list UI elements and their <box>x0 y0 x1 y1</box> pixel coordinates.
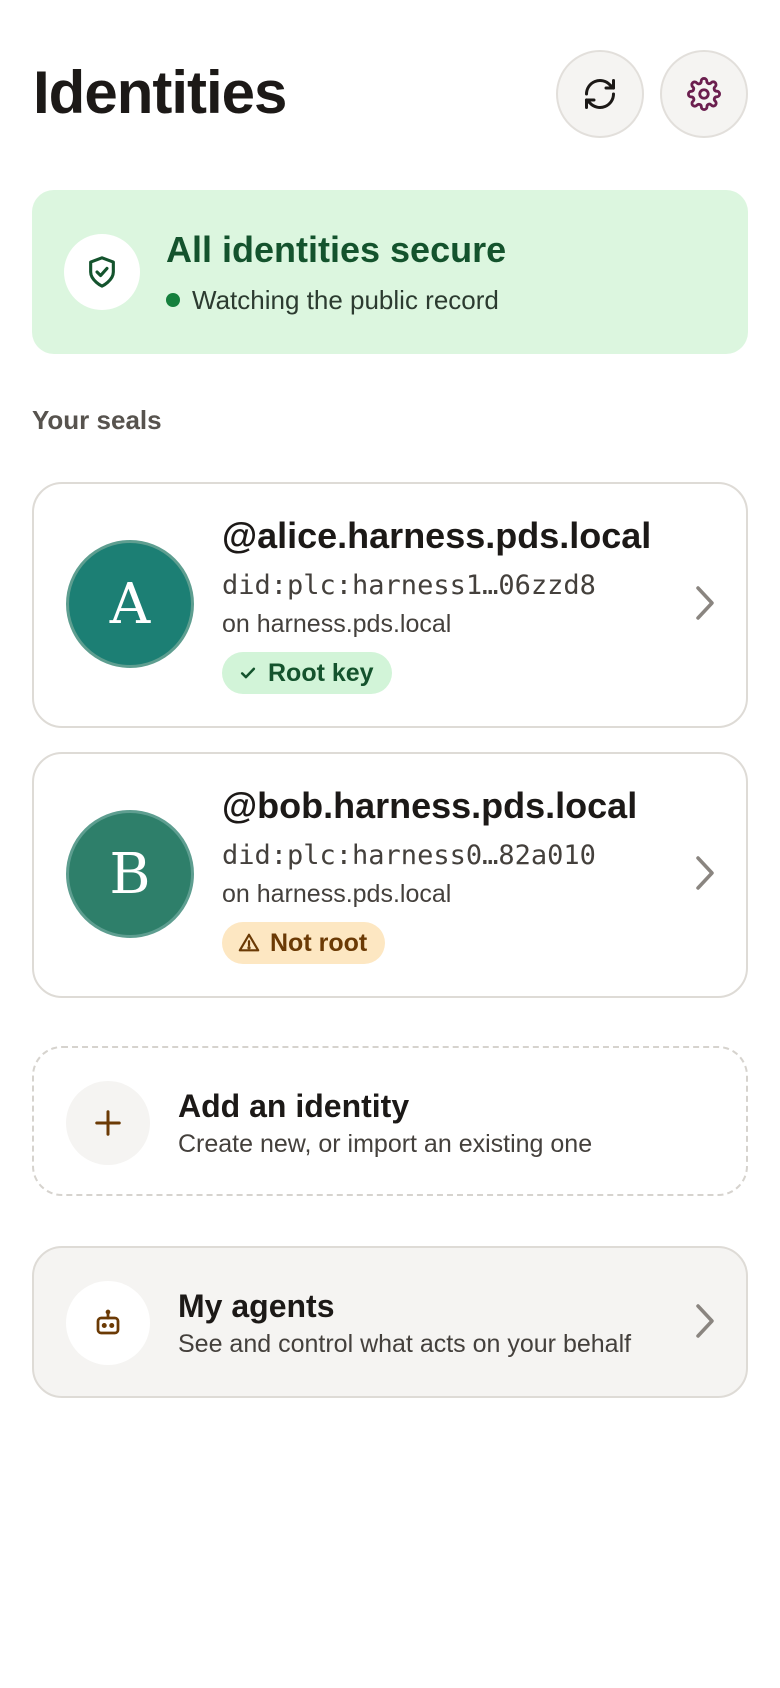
my-agents-button[interactable]: My agents See and control what acts on y… <box>32 1246 748 1398</box>
identity-handle: @bob.harness.pds.local <box>222 785 638 826</box>
badge-label: Root key <box>268 658 374 687</box>
plus-icon <box>95 1110 121 1136</box>
identity-did: did:plc:harness0…82a010 <box>222 840 596 871</box>
refresh-icon <box>585 79 615 109</box>
badge-label: Not root <box>270 928 368 957</box>
status-subtitle-text: Watching the public record <box>192 285 499 315</box>
add-identity-subtitle: Create new, or import an existing one <box>178 1130 593 1158</box>
identity-host: on harness.pds.local <box>222 610 452 638</box>
identity-card-bob[interactable]: B @bob.harness.pds.local did:plc:harness… <box>32 752 748 998</box>
status-badge: Root key <box>222 652 392 694</box>
settings-button[interactable] <box>660 50 748 138</box>
chevron-right-icon <box>696 586 714 620</box>
refresh-button[interactable] <box>556 50 644 138</box>
shield-check-icon <box>89 256 115 288</box>
avatar-initial: B <box>109 841 151 907</box>
header: Identities <box>33 48 749 138</box>
security-status-card: All identities secure Watching the publi… <box>32 190 748 354</box>
check-icon <box>240 667 256 679</box>
chevron-right-icon <box>696 1304 714 1338</box>
identity-did: did:plc:harness1…06zzd8 <box>222 570 596 601</box>
gear-icon <box>687 77 721 111</box>
my-agents-subtitle: See and control what acts on your behalf <box>178 1330 632 1358</box>
live-indicator-dot <box>166 293 180 307</box>
agents-icon-container <box>66 1281 150 1365</box>
add-icon-container <box>66 1081 150 1165</box>
page-title: Identities <box>33 59 287 126</box>
section-label: Your seals <box>32 405 162 435</box>
status-badge: Not root <box>222 922 386 964</box>
avatar: B <box>66 810 194 938</box>
identity-card-alice[interactable]: A @alice.harness.pds.local did:plc:harne… <box>32 482 748 728</box>
add-identity-title: Add an identity <box>178 1088 410 1124</box>
robot-icon <box>96 1309 120 1335</box>
status-title: All identities secure <box>166 229 507 270</box>
avatar-initial: A <box>109 571 151 637</box>
chevron-right-icon <box>696 856 714 890</box>
add-identity-button[interactable]: Add an identity Create new, or import an… <box>32 1046 748 1196</box>
warning-icon <box>238 933 260 952</box>
avatar: A <box>66 540 194 668</box>
status-subtitle: Watching the public record <box>166 284 499 316</box>
my-agents-title: My agents <box>178 1288 335 1324</box>
identity-host: on harness.pds.local <box>222 880 452 908</box>
status-icon-container <box>64 234 140 310</box>
identity-handle: @alice.harness.pds.local <box>222 515 652 556</box>
